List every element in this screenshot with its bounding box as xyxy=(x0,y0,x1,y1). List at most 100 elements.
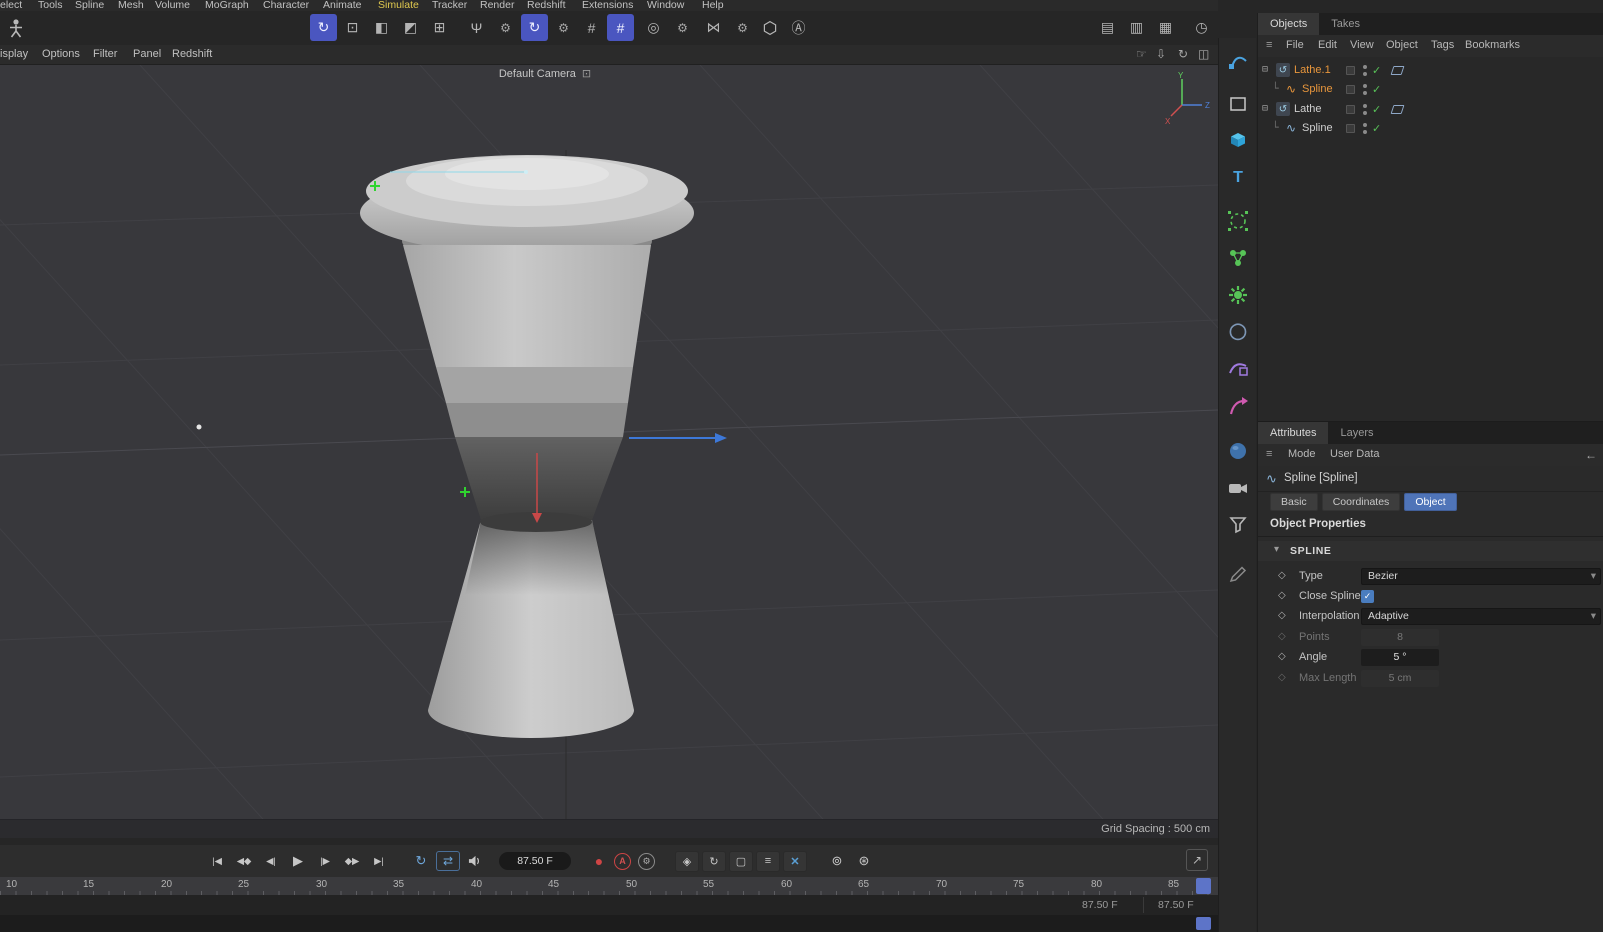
tab-attributes[interactable]: Attributes xyxy=(1258,422,1328,444)
tab-takes[interactable]: Takes xyxy=(1319,13,1372,35)
history-back-icon[interactable]: ← xyxy=(1585,448,1597,462)
section-tab-coordinates[interactable]: Coordinates xyxy=(1322,493,1401,511)
grid-button[interactable]: # xyxy=(578,14,605,41)
visibility-dots[interactable] xyxy=(1363,119,1368,138)
timeline-ruler[interactable]: 10 15 20 25 30 35 40 45 50 55 60 65 70 7… xyxy=(0,877,1218,895)
om-menu-file[interactable]: File xyxy=(1286,39,1304,51)
vp-menu-panel[interactable]: Panel xyxy=(133,48,161,60)
simulate-active-tool-button[interactable]: ↻ xyxy=(310,14,337,41)
rigid-body-button[interactable]: ⊡ xyxy=(339,14,366,41)
record-scale-toggle[interactable]: ▢ xyxy=(729,851,753,872)
expander-icon[interactable]: ⊟ xyxy=(1262,64,1268,75)
pan-hand-icon[interactable]: ☞ xyxy=(1136,47,1147,61)
attr-menu-mode[interactable]: Mode xyxy=(1288,448,1316,460)
range-start-value[interactable]: 87.50 F xyxy=(1082,899,1118,911)
keyframe-diamond-icon[interactable]: ◇ xyxy=(1278,610,1286,621)
phong-tag-icon[interactable] xyxy=(1391,66,1405,75)
record-position-toggle[interactable]: ◈ xyxy=(675,851,699,872)
record-keyframe-button[interactable]: ● xyxy=(589,850,609,872)
bend-deformer-button[interactable] xyxy=(1222,390,1254,422)
collider-body-button[interactable]: ◩ xyxy=(397,14,424,41)
layer-box[interactable] xyxy=(1346,85,1355,94)
om-menu-view[interactable]: View xyxy=(1350,39,1374,51)
om-menu-object[interactable]: Object xyxy=(1386,39,1418,51)
tangent-handle[interactable] xyxy=(524,170,528,174)
next-frame-button[interactable]: |▶ xyxy=(313,850,337,872)
layer-box[interactable] xyxy=(1346,66,1355,75)
vp-menu-options[interactable]: Options xyxy=(42,48,80,60)
expander-icon[interactable]: ⊟ xyxy=(1262,103,1268,114)
close-spline-checkbox[interactable]: ✓ xyxy=(1361,590,1374,603)
menu-item-render[interactable]: Render xyxy=(480,0,514,11)
angle-input[interactable]: 5 ° xyxy=(1361,649,1439,666)
sound-toggle-button[interactable] xyxy=(463,850,487,872)
power-slider-track[interactable] xyxy=(0,915,1218,932)
rectangle-spline-tool-button[interactable] xyxy=(1222,88,1254,120)
annotate-tool-button[interactable] xyxy=(1222,558,1254,590)
play-button[interactable]: ▶ xyxy=(286,850,310,872)
menu-item-tools[interactable]: Tools xyxy=(38,0,63,11)
deformer-tool-button[interactable] xyxy=(1222,352,1254,384)
expand-timeline-button[interactable]: ↗ xyxy=(1186,849,1208,871)
toggle-views-icon[interactable]: ◫ xyxy=(1198,47,1209,61)
viewport-3d[interactable]: Default Camera⊡ Y Z X Grid Spacing : 500… xyxy=(0,65,1218,838)
cloner-tool-button[interactable] xyxy=(1222,205,1254,237)
simulation-scene-button[interactable]: ↻ xyxy=(521,14,548,41)
timeline-playhead[interactable] xyxy=(1196,878,1211,894)
camera-object-button[interactable] xyxy=(1222,472,1254,504)
menu-item-select[interactable]: elect xyxy=(0,0,22,11)
spline-point-waist[interactable] xyxy=(460,487,470,497)
layer-box[interactable] xyxy=(1346,105,1355,114)
keyframe-diamond-icon[interactable]: ◇ xyxy=(1278,570,1286,581)
text-tool-button[interactable]: T xyxy=(1222,162,1254,194)
hexagon-tool-button[interactable] xyxy=(756,14,783,41)
menu-item-redshift[interactable]: Redshift xyxy=(527,0,566,11)
visibility-dots[interactable] xyxy=(1363,100,1368,119)
environment-tool-button[interactable] xyxy=(1222,435,1254,467)
joint-tool-button[interactable]: Ψ xyxy=(463,14,490,41)
spline-group-header[interactable]: ▾ SPLINE xyxy=(1258,541,1603,561)
om-menu-edit[interactable]: Edit xyxy=(1318,39,1337,51)
render-view-button[interactable]: ▤ xyxy=(1094,14,1121,41)
enabled-check-icon[interactable]: ✓ xyxy=(1372,83,1381,96)
soft-body-button[interactable]: ◧ xyxy=(368,14,395,41)
keyframe-settings-button[interactable]: ⚙ xyxy=(638,853,655,870)
goto-end-button[interactable]: ▶| xyxy=(367,850,391,872)
render-region-button[interactable]: ▥ xyxy=(1123,14,1150,41)
camera-menu-icon[interactable]: ⊡ xyxy=(582,68,591,80)
camera-label[interactable]: Default Camera⊡ xyxy=(455,67,635,80)
physical-sky-button[interactable] xyxy=(1222,509,1254,541)
menu-item-character[interactable]: Character xyxy=(263,0,309,11)
orbit-icon[interactable]: ↻ xyxy=(1178,47,1188,61)
cube-primitive-button[interactable] xyxy=(1222,125,1254,157)
record-rotation-toggle[interactable]: ↻ xyxy=(702,851,726,872)
grid-active-button[interactable]: # xyxy=(607,14,634,41)
record-parameter-toggle[interactable]: ≡ xyxy=(756,851,780,872)
connector-button[interactable]: ⊞ xyxy=(426,14,453,41)
tree-row-lathe[interactable]: ⊟ ↺ Lathe ✓ xyxy=(1258,100,1603,119)
enabled-check-icon[interactable]: ✓ xyxy=(1372,122,1381,135)
tree-row-spline2[interactable]: └ ∿ Spline ✓ xyxy=(1258,119,1603,138)
object-label[interactable]: Spline xyxy=(1302,83,1333,95)
split-tool-button[interactable]: ⋈ xyxy=(700,14,727,41)
menu-item-animate[interactable]: Animate xyxy=(323,0,362,11)
menu-item-extensions[interactable]: Extensions xyxy=(582,0,633,11)
split-settings-button[interactable]: ⚙ xyxy=(729,14,756,41)
spline-pen-tool-button[interactable] xyxy=(1222,45,1254,77)
z-axis-handle[interactable] xyxy=(629,433,727,443)
om-menu-tags[interactable]: Tags xyxy=(1431,39,1454,51)
keyframe-diamond-icon[interactable]: ◇ xyxy=(1278,651,1286,662)
visibility-dots[interactable] xyxy=(1363,61,1368,80)
menu-item-tracker[interactable]: Tracker xyxy=(432,0,467,11)
object-label[interactable]: Lathe.1 xyxy=(1294,64,1331,76)
object-label[interactable]: Spline xyxy=(1302,122,1333,134)
next-key-button[interactable]: ◆▶ xyxy=(340,850,364,872)
om-menu-bookmarks[interactable]: Bookmarks xyxy=(1465,39,1520,51)
dolly-icon[interactable]: ⇩ xyxy=(1156,47,1166,61)
current-frame-field[interactable]: 87.50 F xyxy=(499,852,571,870)
render-to-pv-button[interactable]: ▦ xyxy=(1152,14,1179,41)
effector-tool-button[interactable] xyxy=(1222,279,1254,311)
vp-menu-display[interactable]: isplay xyxy=(0,48,28,60)
tab-objects[interactable]: Objects xyxy=(1258,13,1319,35)
lathe-object-mesh[interactable] xyxy=(360,155,694,738)
